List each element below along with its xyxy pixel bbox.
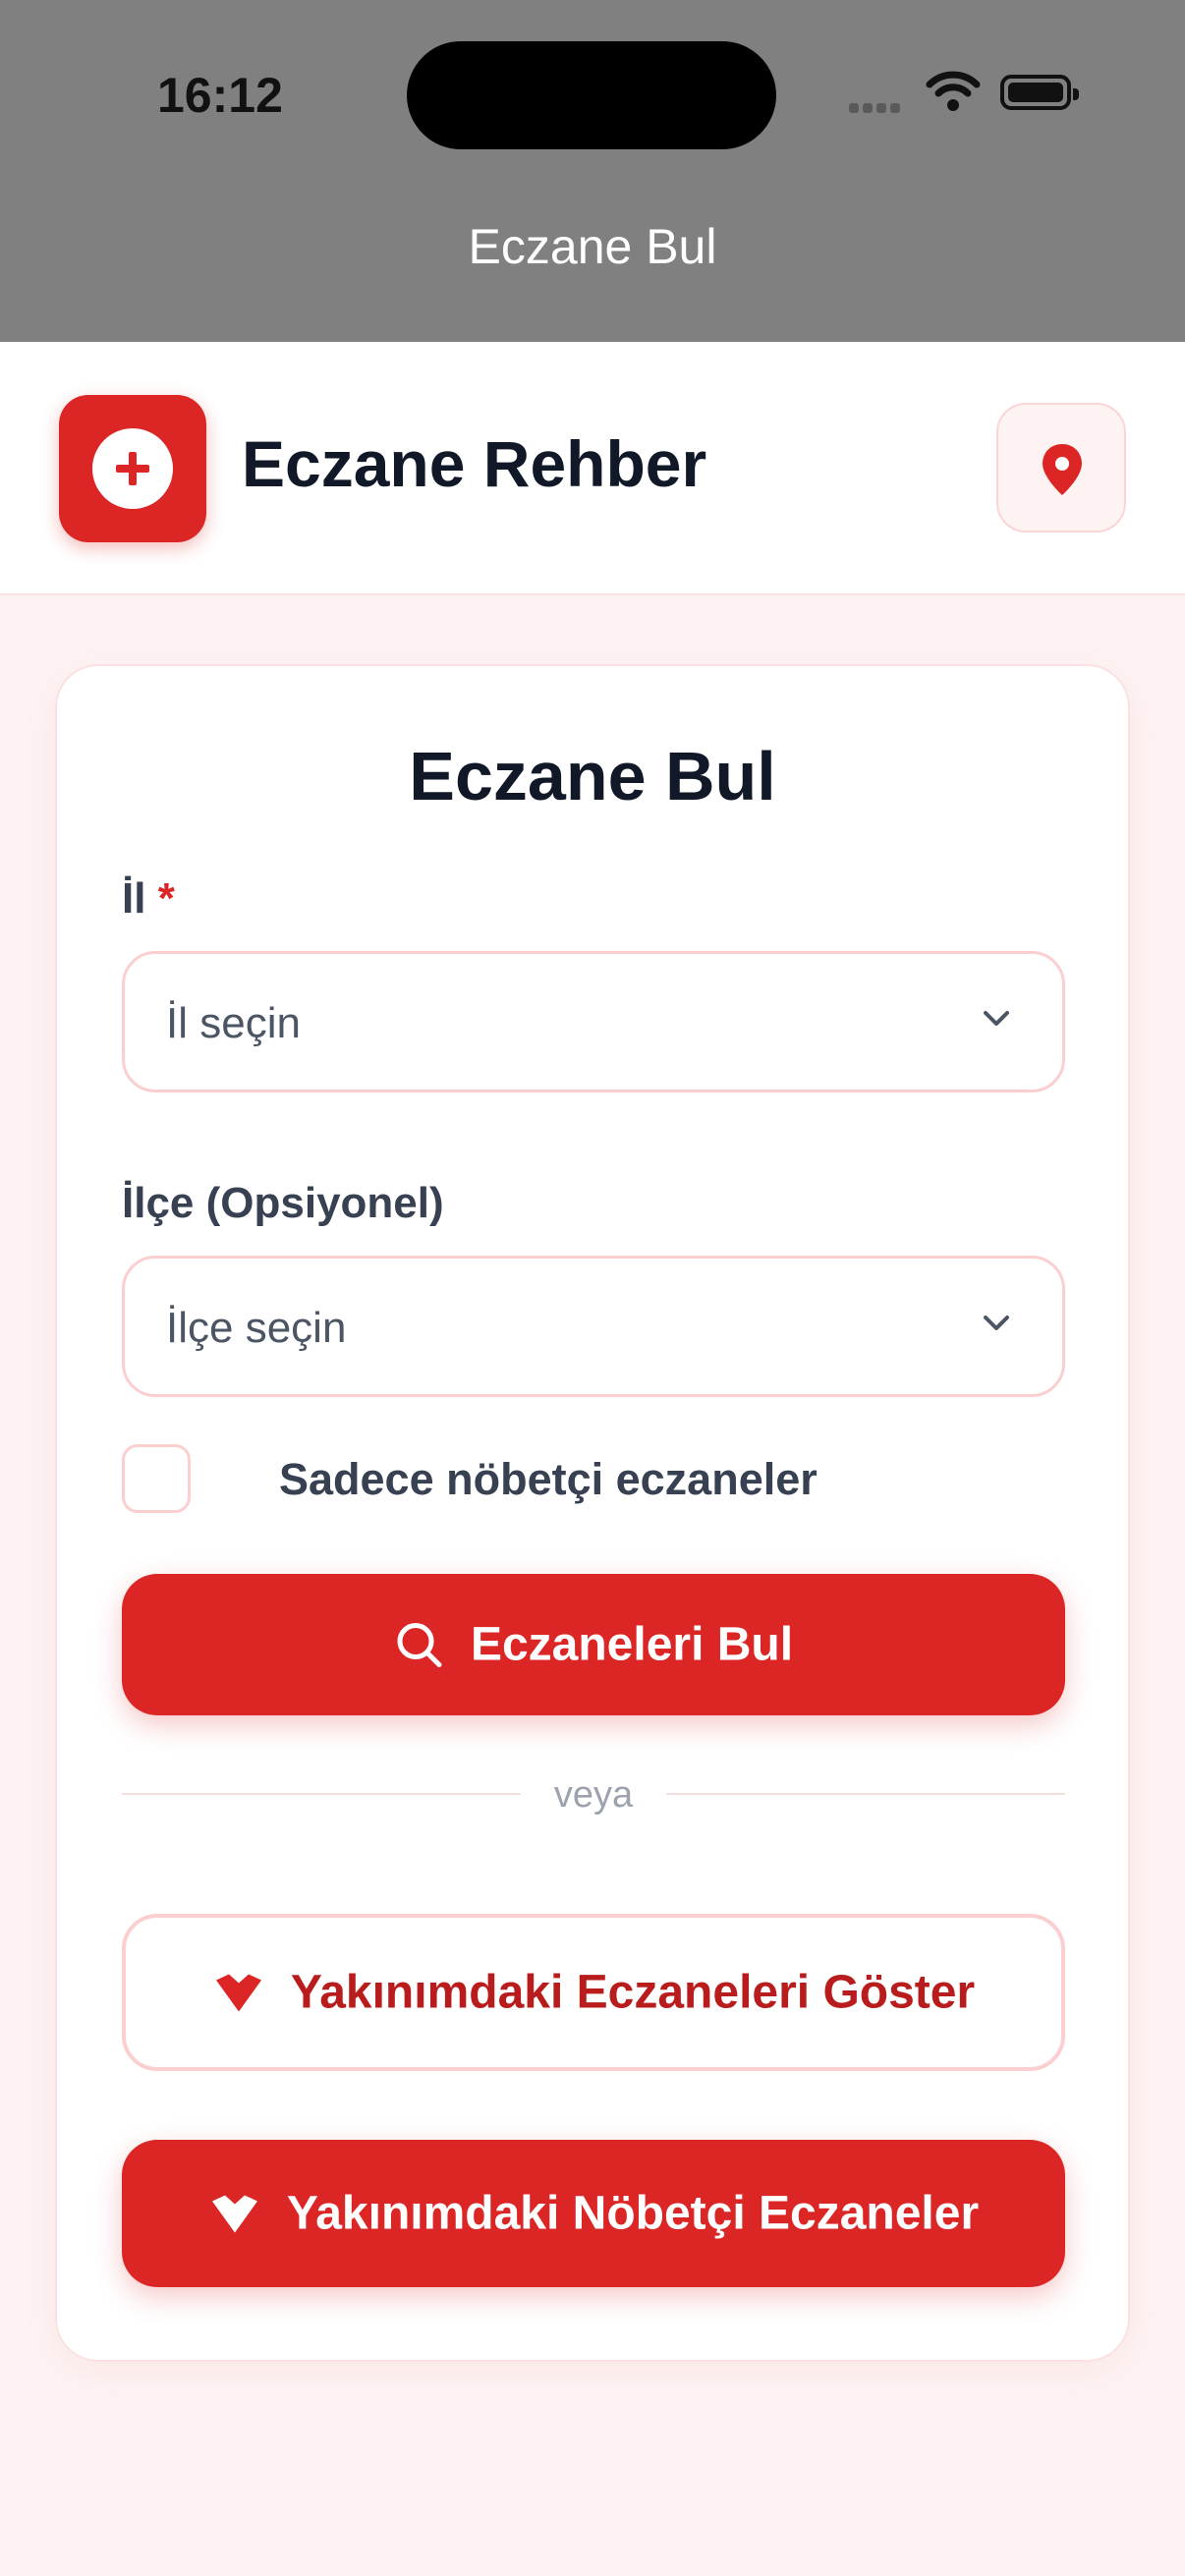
wifi-icon xyxy=(926,71,981,117)
battery-icon xyxy=(1000,75,1079,110)
cellular-signal-icon xyxy=(849,100,904,118)
search-pharmacies-button-label: Eczaneleri Bul xyxy=(470,1618,794,1671)
province-select[interactable]: İl seçin xyxy=(122,951,1065,1092)
divider-text: veya xyxy=(553,1774,634,1816)
district-label: İlçe (Opsiyonel) xyxy=(122,1179,444,1227)
province-label: İl * xyxy=(122,874,175,924)
nearby-on-duty-button[interactable]: Yakınımdaki Nöbetçi Eczaneler xyxy=(122,2140,1065,2287)
app-brand-title: Eczane Rehber xyxy=(242,427,707,500)
navigation-arrow-icon xyxy=(215,1974,261,2011)
search-pharmacies-button[interactable]: Eczaneleri Bul xyxy=(122,1574,1065,1715)
plus-circle-icon xyxy=(92,428,173,509)
search-card: Eczane Bul İl * İl seçin İlçe (Opsiyonel… xyxy=(55,664,1130,2362)
nearby-on-duty-button-label: Yakınımdaki Nöbetçi Eczaneler xyxy=(286,2187,980,2240)
district-select[interactable]: İlçe seçin xyxy=(122,1256,1065,1397)
district-select-placeholder: İlçe seçin xyxy=(166,1304,347,1352)
status-and-nav-bar: 16:12 Eczane Bul xyxy=(0,0,1185,342)
navigation-arrow-icon xyxy=(211,2195,257,2232)
on-duty-checkbox-label[interactable]: Sadece nöbetçi eczaneler xyxy=(279,1454,818,1505)
status-time: 16:12 xyxy=(157,68,283,123)
or-divider: veya xyxy=(122,1774,1065,1816)
province-select-placeholder: İl seçin xyxy=(166,999,301,1047)
on-duty-checkbox[interactable] xyxy=(122,1444,191,1513)
nearby-pharmacies-button[interactable]: Yakınımdaki Eczaneleri Göster xyxy=(122,1914,1065,2071)
nearby-pharmacies-button-label: Yakınımdaki Eczaneleri Göster xyxy=(290,1966,976,2019)
location-pin-icon xyxy=(1043,444,1082,495)
app-header: Eczane Rehber xyxy=(0,342,1185,595)
location-button[interactable] xyxy=(996,403,1126,532)
search-icon xyxy=(397,1622,442,1667)
chevron-down-icon xyxy=(984,1011,1009,1026)
nav-title: Eczane Bul xyxy=(468,219,717,274)
chevron-down-icon xyxy=(984,1316,1009,1330)
required-mark: * xyxy=(157,874,175,923)
app-logo xyxy=(59,395,206,542)
province-label-text: İl xyxy=(122,874,146,923)
card-title: Eczane Bul xyxy=(409,738,776,814)
dynamic-island xyxy=(407,41,776,149)
